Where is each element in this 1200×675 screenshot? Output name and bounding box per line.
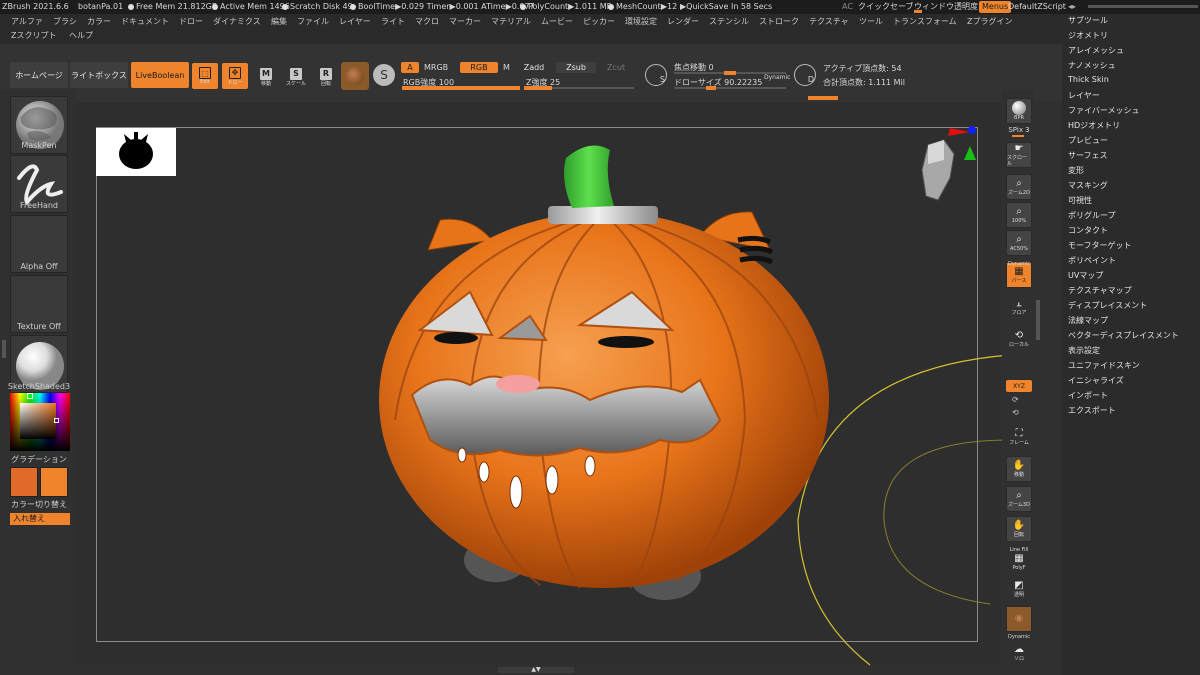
local-button[interactable]: ⟲ ローカル bbox=[1006, 326, 1032, 352]
tool-menu-item[interactable]: 変形 bbox=[1068, 165, 1084, 176]
right-collapse-handle[interactable] bbox=[1036, 300, 1040, 340]
zoom3d-button[interactable]: ⌕ ズーム3D bbox=[1006, 486, 1032, 512]
xyz-button[interactable]: XYZ bbox=[1006, 380, 1032, 392]
solo-button[interactable]: ☁ ソロ bbox=[1006, 640, 1032, 666]
bpr-button[interactable]: BPR bbox=[1006, 98, 1032, 124]
head-orientation-icon[interactable] bbox=[921, 139, 955, 201]
magnifier-icon: ⌕ bbox=[1016, 206, 1022, 217]
tool-menu-item[interactable]: ファイバーメッシュ bbox=[1068, 105, 1140, 116]
tool-menu-item[interactable]: ユニファイドスキン bbox=[1068, 360, 1140, 371]
left-inner-eye bbox=[434, 332, 478, 344]
tool-palette-menu: サブツールジオメトリアレイメッシュ ナノメッシュ Thick Skin レイヤーファイ… bbox=[1062, 14, 1200, 675]
tool-menu-item[interactable]: テクスチャマップ bbox=[1068, 285, 1132, 296]
tool-menu-item[interactable]: サーフェス bbox=[1068, 150, 1108, 161]
transp-icon: ◩ bbox=[1014, 580, 1024, 591]
tool-menu-item[interactable]: Thick Skin bbox=[1068, 75, 1109, 84]
local-icon: ⟲ bbox=[1014, 330, 1024, 341]
tool-menu-item[interactable]: HDジオメトリ bbox=[1068, 120, 1120, 131]
tool-menu-item[interactable]: エクスポート bbox=[1068, 405, 1116, 416]
frame-icon: ⛶ bbox=[1015, 428, 1023, 439]
gizmo-circle[interactable] bbox=[797, 354, 1011, 666]
tool-menu-item[interactable]: ナノメッシュ bbox=[1068, 60, 1116, 71]
magnifier-icon: ⌕ bbox=[1016, 490, 1022, 501]
frame-button[interactable]: ⛶ フレーム bbox=[1006, 424, 1032, 450]
polyframe-icon: ▦ bbox=[1014, 553, 1024, 564]
ghost-button[interactable]: ◉ bbox=[1006, 606, 1032, 632]
ghost-icon: ◉ bbox=[1014, 613, 1024, 624]
tool-menu-item[interactable]: コンタクト bbox=[1068, 225, 1108, 236]
tool-menu-item[interactable]: サブツール bbox=[1068, 15, 1108, 26]
stem-cap bbox=[548, 206, 658, 224]
magnifier-icon: ⌕ bbox=[1016, 178, 1022, 189]
tool-menu-item[interactable]: アレイメッシュ bbox=[1068, 45, 1124, 56]
right-shelf: BPR SPix 3 ☛ スクロール ⌕ ズーム2D ⌕ 100% ⌕ AC50% ▦ パ… bbox=[1002, 90, 1034, 675]
scroll-button[interactable]: ☛ スクロール bbox=[1006, 142, 1032, 168]
magnifier-icon: ⌕ bbox=[1016, 234, 1022, 245]
tool-menu-item[interactable]: 法線マップ bbox=[1068, 315, 1108, 326]
tool-menu-item[interactable]: ポリグループ bbox=[1068, 210, 1116, 221]
linefill-button[interactable]: Line Fill ▦ PolyF bbox=[1006, 546, 1032, 572]
rotate-view-button[interactable]: ✋ 回転 bbox=[1006, 516, 1032, 542]
hand-icon: ☛ bbox=[1014, 143, 1024, 154]
tool-menu-item[interactable]: 可視性 bbox=[1068, 195, 1092, 206]
grid-icon: ▦ bbox=[1014, 266, 1024, 277]
dynamic-persp-label: Dynamic bbox=[1007, 261, 1031, 267]
tool-menu-item[interactable]: モーフターゲット bbox=[1068, 240, 1132, 251]
tool-menu-item[interactable]: マスキング bbox=[1068, 180, 1108, 191]
bpr-sphere-icon bbox=[1012, 101, 1026, 115]
zoom2d-button[interactable]: ⌕ ズーム2D bbox=[1006, 174, 1032, 200]
rotate-hand-icon: ✋ bbox=[1012, 520, 1026, 531]
tool-menu-item[interactable]: ジオメトリ bbox=[1068, 30, 1108, 41]
solo-icon: ☁ bbox=[1014, 644, 1024, 655]
tool-menu-item[interactable]: 表示設定 bbox=[1068, 345, 1100, 356]
spix-label[interactable]: SPix 3 bbox=[1004, 126, 1034, 134]
tool-menu-item[interactable]: プレビュー bbox=[1068, 135, 1108, 146]
tool-menu-item[interactable]: レイヤー bbox=[1068, 90, 1100, 101]
half-size-button[interactable]: ⌕ AC50% bbox=[1006, 230, 1032, 256]
actual-size-button[interactable]: ⌕ 100% bbox=[1006, 202, 1032, 228]
zbrush-window: ZBrush 2021.6.6 botanPa.01 Free Mem 21.8… bbox=[0, 0, 1200, 675]
spix-slider[interactable] bbox=[1012, 135, 1024, 137]
rotate-y-icon[interactable]: ⟳ bbox=[1012, 395, 1019, 404]
tool-menu-item[interactable]: ベクターディスプレイスメント bbox=[1068, 330, 1179, 341]
pumpkin-stem bbox=[564, 145, 614, 208]
transparency-button[interactable]: ◩ 透明 bbox=[1006, 576, 1032, 602]
tongue bbox=[496, 375, 540, 393]
floor-button[interactable]: ⫠ フロア bbox=[1006, 294, 1032, 320]
floor-icon: ⫠ bbox=[1015, 298, 1023, 309]
pumpkin-model[interactable] bbox=[379, 145, 829, 601]
rotate-z-icon[interactable]: ⟲ bbox=[1012, 408, 1019, 417]
hand-icon: ✋ bbox=[1012, 460, 1026, 471]
right-inner-eye bbox=[598, 336, 654, 348]
move-view-button[interactable]: ✋ 移動 bbox=[1006, 456, 1032, 482]
tool-menu-item[interactable]: ディスプレイスメント bbox=[1068, 300, 1147, 311]
bottom-collapse-handle[interactable]: ▲▼ bbox=[498, 667, 574, 673]
tool-menu-item[interactable]: UVマップ bbox=[1068, 270, 1103, 281]
tool-menu-item[interactable]: イニシャライズ bbox=[1068, 375, 1124, 386]
tool-menu-item[interactable]: ポリペイント bbox=[1068, 255, 1116, 266]
tool-menu-item[interactable]: インポート bbox=[1068, 390, 1108, 401]
